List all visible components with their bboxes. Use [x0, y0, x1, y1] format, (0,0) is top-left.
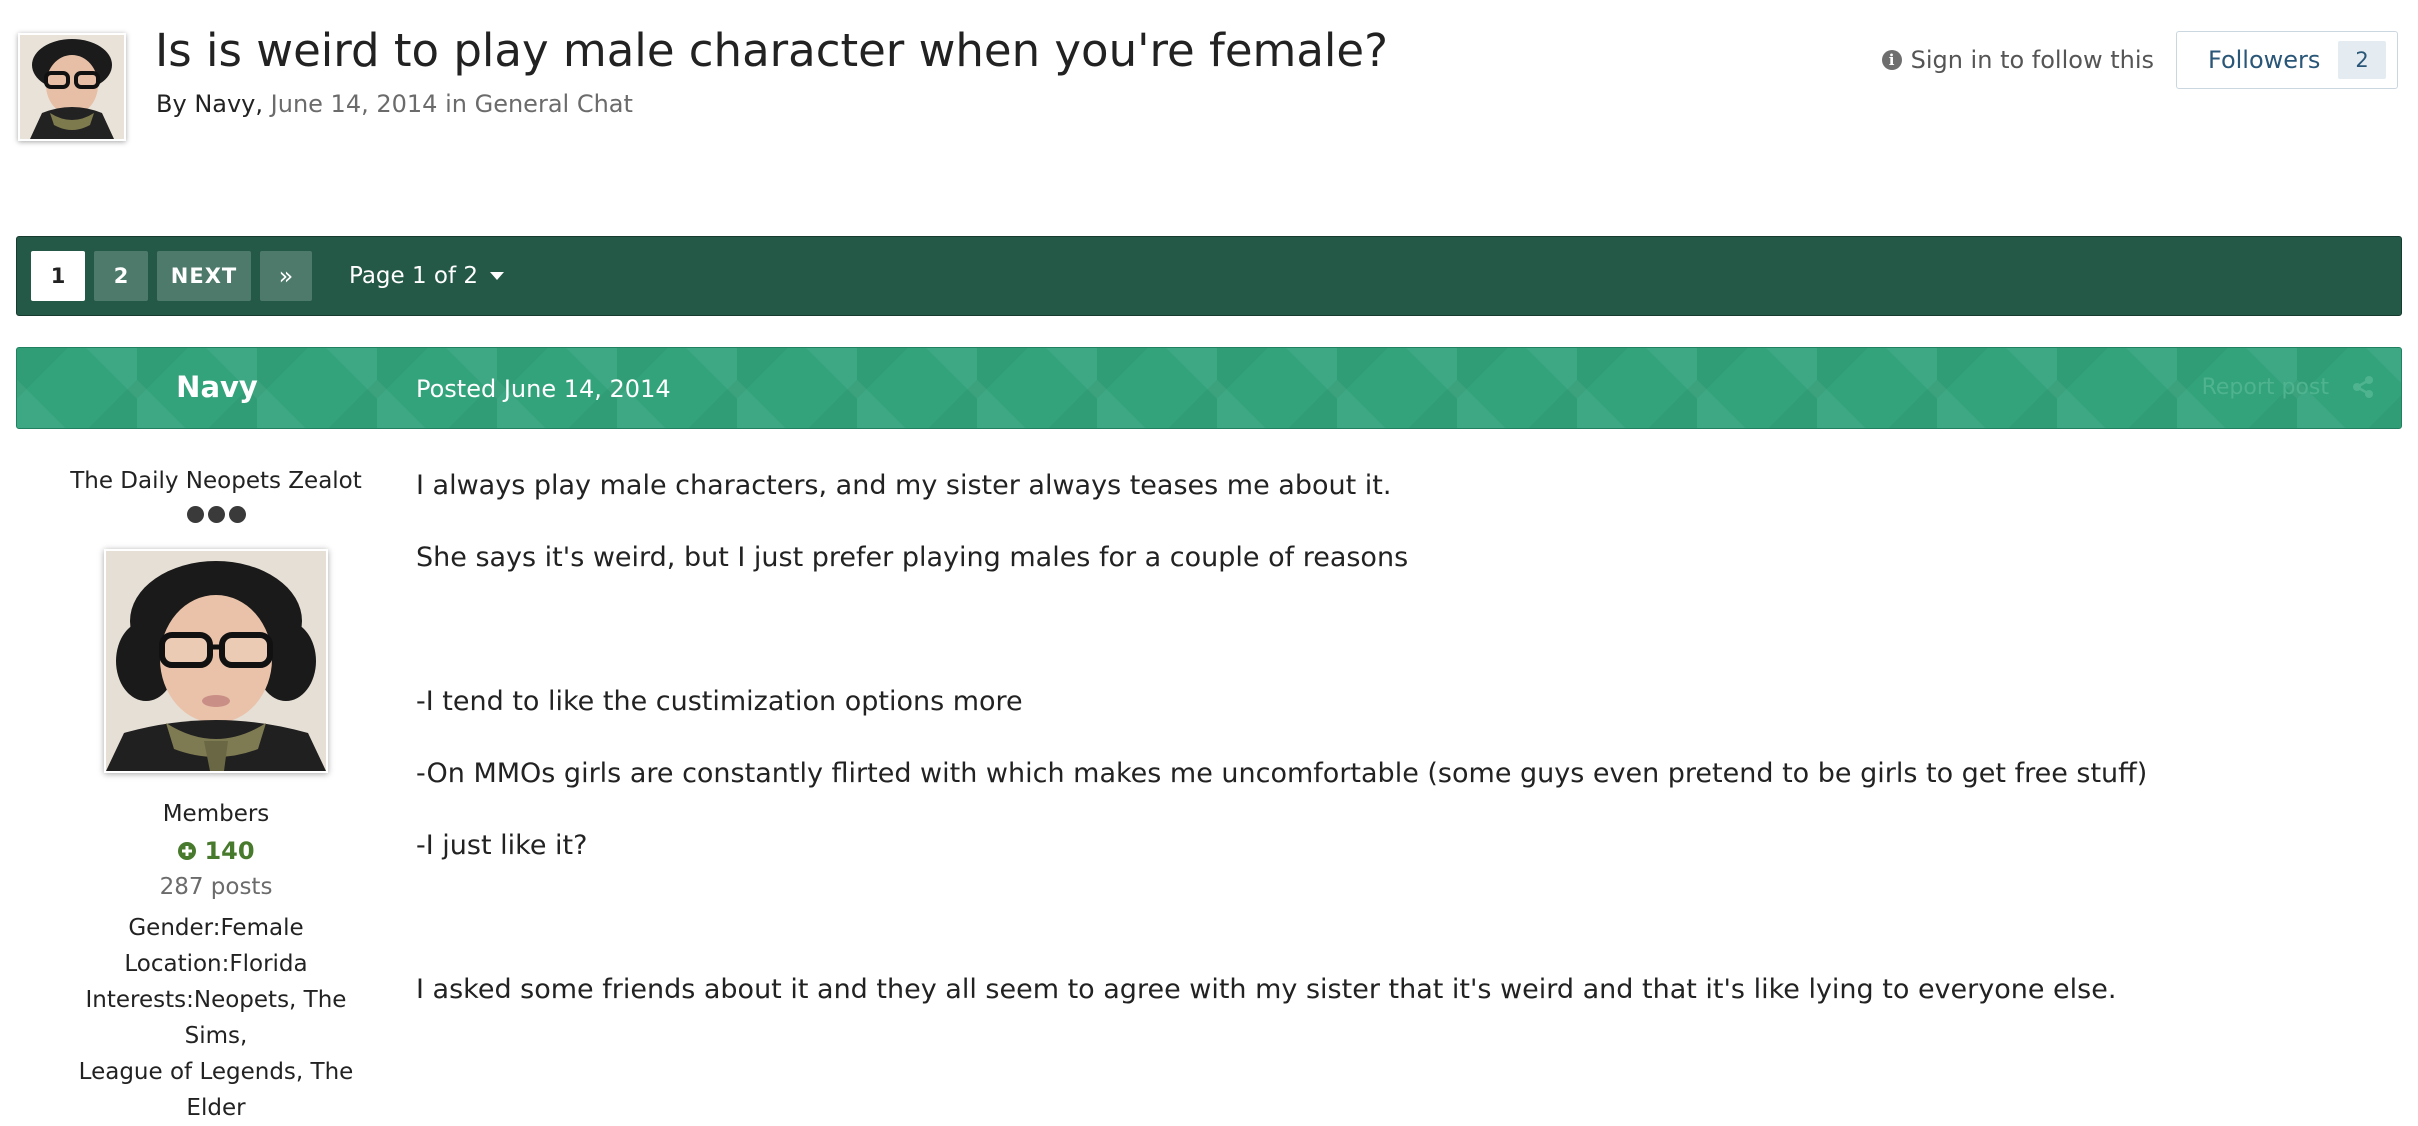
plus-circle-icon — [178, 842, 197, 860]
in-label: in — [445, 90, 467, 118]
follow-area: i Sign in to follow this Followers 2 — [1881, 30, 2398, 90]
post-author-link[interactable]: Navy — [17, 370, 417, 404]
page-2-button[interactable]: 2 — [94, 251, 148, 301]
avatar-photo-icon — [106, 551, 326, 771]
share-icon[interactable] — [2351, 375, 2375, 399]
next-page-button[interactable]: NEXT — [157, 251, 251, 301]
post-paragraph: She says it's weird, but I just prefer p… — [416, 542, 1409, 573]
topic-meta: By Navy, June 14, 2014 in General Chat — [156, 90, 633, 118]
author-post-count: 287 posts — [159, 874, 273, 900]
post-header: Navy Posted June 14, 2014 Report post — [16, 347, 2402, 429]
rank-pip-icon — [207, 506, 225, 523]
rank-pips — [16, 506, 416, 523]
avatar-photo-icon — [20, 35, 124, 139]
topic-author-avatar[interactable] — [18, 33, 126, 141]
sign-in-to-follow-link[interactable]: i Sign in to follow this — [1881, 46, 2154, 74]
post-paragraph: -I tend to like the custimization option… — [416, 686, 1023, 717]
rank-pip-icon — [228, 506, 246, 523]
post-date: Posted June 14, 2014 — [416, 375, 671, 403]
author-interests-line-1: Interests:Neopets, The Sims, — [85, 987, 347, 1049]
followers-button[interactable]: Followers 2 — [2176, 31, 2398, 89]
page-jump-label: Page 1 of 2 — [349, 263, 479, 289]
post-paragraph: I asked some friends about it and they a… — [416, 974, 2117, 1005]
post-paragraph: -I just like it? — [416, 830, 588, 861]
topic-header: Is is weird to play male character when … — [0, 0, 2418, 220]
reputation-value: 140 — [204, 837, 255, 865]
topic-author-link[interactable]: Navy, — [194, 90, 263, 118]
topic-title: Is is weird to play male character when … — [155, 24, 1388, 77]
author-interests-line-2: League of Legends, The Elder — [78, 1059, 354, 1121]
caret-down-icon — [490, 272, 505, 280]
author-reputation: 140 — [16, 837, 416, 865]
author-group: Members — [162, 801, 270, 827]
post-author-panel: The Daily Neopets Zealot Members 140 287… — [16, 468, 416, 1126]
rank-pip-icon — [186, 506, 204, 523]
page-jump-dropdown[interactable]: Page 1 of 2 — [349, 263, 505, 289]
by-label: By — [156, 90, 187, 118]
page-1-button[interactable]: 1 — [31, 251, 85, 301]
pagination-bar: 1 2 NEXT » Page 1 of 2 — [16, 236, 2402, 316]
followers-label: Followers — [2208, 46, 2321, 74]
info-icon: i — [1881, 50, 1902, 70]
last-page-button[interactable]: » — [260, 251, 312, 301]
report-post-link[interactable]: Report post — [2202, 375, 2329, 400]
forum-link[interactable]: General Chat — [475, 90, 633, 118]
followers-count-badge: 2 — [2338, 41, 2386, 79]
author-location: Location:Florida — [124, 951, 308, 977]
post-author-avatar[interactable] — [104, 549, 328, 773]
sign-in-to-follow-label: Sign in to follow this — [1910, 46, 2154, 74]
topic-date: June 14, 2014 — [270, 90, 438, 118]
post-paragraph: I always play male characters, and my si… — [416, 470, 1392, 501]
post-paragraph: -On MMOs girls are constantly flirted wi… — [416, 758, 2148, 789]
author-gender: Gender:Female — [128, 915, 304, 941]
author-rank-title: The Daily Neopets Zealot — [70, 468, 362, 494]
